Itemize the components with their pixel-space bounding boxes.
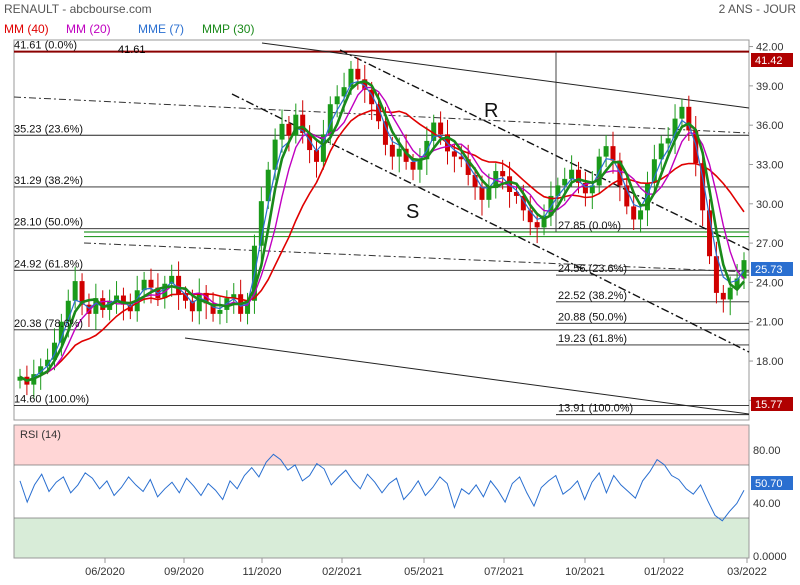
fib-left-label: 24.92 (61.8%) bbox=[14, 258, 83, 270]
price-tick-label: 42.00 bbox=[756, 42, 784, 54]
price-tick-label: 18.00 bbox=[756, 356, 784, 368]
rsi-tick-80: 80.00 bbox=[753, 445, 781, 457]
fib-left-label: 35.23 (23.6%) bbox=[14, 123, 83, 135]
price-tick-label: 24.00 bbox=[756, 277, 784, 289]
time-tick-label: 05/2021 bbox=[404, 566, 444, 578]
candle-body bbox=[603, 146, 609, 157]
fib-left-label: 20.38 (78.6%) bbox=[14, 318, 83, 330]
time-tick-label: 01/2022 bbox=[644, 566, 684, 578]
time-tick-label: 06/2020 bbox=[85, 566, 125, 578]
candle-body bbox=[651, 159, 657, 183]
time-tick-label: 02/2021 bbox=[322, 566, 362, 578]
fib-right-label: 19.23 (61.8%) bbox=[558, 333, 627, 345]
fib-right-label: 27.85 (0.0%) bbox=[558, 220, 621, 232]
price-tick-label: 36.00 bbox=[756, 120, 784, 132]
legend-mme7: MME (7) bbox=[138, 22, 184, 36]
candle-body bbox=[638, 210, 644, 220]
rsi-oversold-zone bbox=[14, 518, 749, 558]
candle-body bbox=[176, 275, 182, 295]
price-tick-label: 21.00 bbox=[756, 317, 784, 329]
rsi-current-value: 50.70 bbox=[755, 478, 783, 490]
background bbox=[0, 0, 800, 580]
candle-body bbox=[500, 171, 506, 177]
legend-mm40: MM (40) bbox=[4, 22, 49, 36]
candle-body bbox=[355, 68, 361, 80]
candle-body bbox=[196, 292, 202, 312]
candle-body bbox=[148, 279, 154, 288]
candle-body bbox=[410, 161, 416, 170]
legend-mmp30: MMP (30) bbox=[202, 22, 254, 36]
high-marker-label: 41.61 bbox=[118, 44, 146, 56]
fib-left-label: 41.61 (0.0%) bbox=[14, 40, 77, 52]
candle-body bbox=[286, 123, 292, 136]
chart-container: RENAULT - abcbourse.com 2 ANS - JOUR MM … bbox=[0, 0, 800, 580]
high-price-value: 41.42 bbox=[755, 55, 783, 67]
low-price-value: 15.77 bbox=[755, 399, 783, 411]
candle-body bbox=[679, 106, 685, 119]
candle-body bbox=[72, 281, 78, 301]
candle-body bbox=[451, 151, 457, 157]
rsi-tick-40: 40.00 bbox=[753, 498, 781, 510]
time-tick-label: 07/2021 bbox=[484, 566, 524, 578]
legend-mm20: MM (20) bbox=[66, 22, 111, 36]
candle-body bbox=[479, 186, 485, 200]
annotation-s: S bbox=[406, 201, 419, 223]
fib-right-label: 24.56 (23.6%) bbox=[558, 263, 627, 275]
candle-body bbox=[389, 144, 395, 157]
time-tick-label: 09/2020 bbox=[164, 566, 204, 578]
fib-left-label: 31.29 (38.2%) bbox=[14, 175, 83, 187]
candle-body bbox=[217, 309, 223, 314]
price-tick-label: 33.00 bbox=[756, 159, 784, 171]
current-price-value: 25.73 bbox=[755, 264, 783, 276]
candle-body bbox=[610, 146, 616, 161]
fib-right-label: 13.91 (100.0%) bbox=[558, 403, 633, 415]
candle-body bbox=[665, 138, 671, 144]
candle-body bbox=[727, 287, 733, 300]
fib-right-label: 20.88 (50.0%) bbox=[558, 311, 627, 323]
fib-left-label: 14.60 (100.0%) bbox=[14, 394, 89, 406]
time-tick-label: 11/2020 bbox=[243, 566, 282, 578]
candle-body bbox=[741, 260, 747, 279]
rsi-tick-0: 0.0000 bbox=[753, 551, 787, 563]
candle-body bbox=[720, 292, 726, 300]
candle-body bbox=[382, 121, 388, 145]
candle-body bbox=[396, 148, 402, 157]
stock-chart: RENAULT - abcbourse.com 2 ANS - JOUR MM … bbox=[0, 0, 800, 580]
time-tick-label: 03/2022 bbox=[727, 566, 767, 578]
fib-left-label: 28.10 (50.0%) bbox=[14, 217, 83, 229]
rsi-title: RSI (14) bbox=[20, 429, 61, 441]
candle-body bbox=[486, 188, 492, 200]
annotation-r: R bbox=[484, 100, 498, 122]
rsi-overbought-zone bbox=[14, 425, 749, 465]
candle-body bbox=[279, 123, 285, 140]
candle-body bbox=[569, 169, 575, 179]
candle-body bbox=[534, 222, 540, 228]
price-tick-label: 30.00 bbox=[756, 199, 784, 211]
fib-right-label: 22.52 (38.2%) bbox=[558, 290, 627, 302]
chart-title: RENAULT - abcbourse.com bbox=[4, 2, 152, 16]
candle-body bbox=[631, 206, 637, 220]
price-tick-label: 27.00 bbox=[756, 238, 784, 250]
chart-period: 2 ANS - JOUR bbox=[719, 2, 797, 16]
time-tick-label: 10/2021 bbox=[565, 566, 605, 578]
candle-body bbox=[334, 96, 340, 105]
candle-body bbox=[438, 122, 444, 135]
price-tick-label: 39.00 bbox=[756, 81, 784, 93]
